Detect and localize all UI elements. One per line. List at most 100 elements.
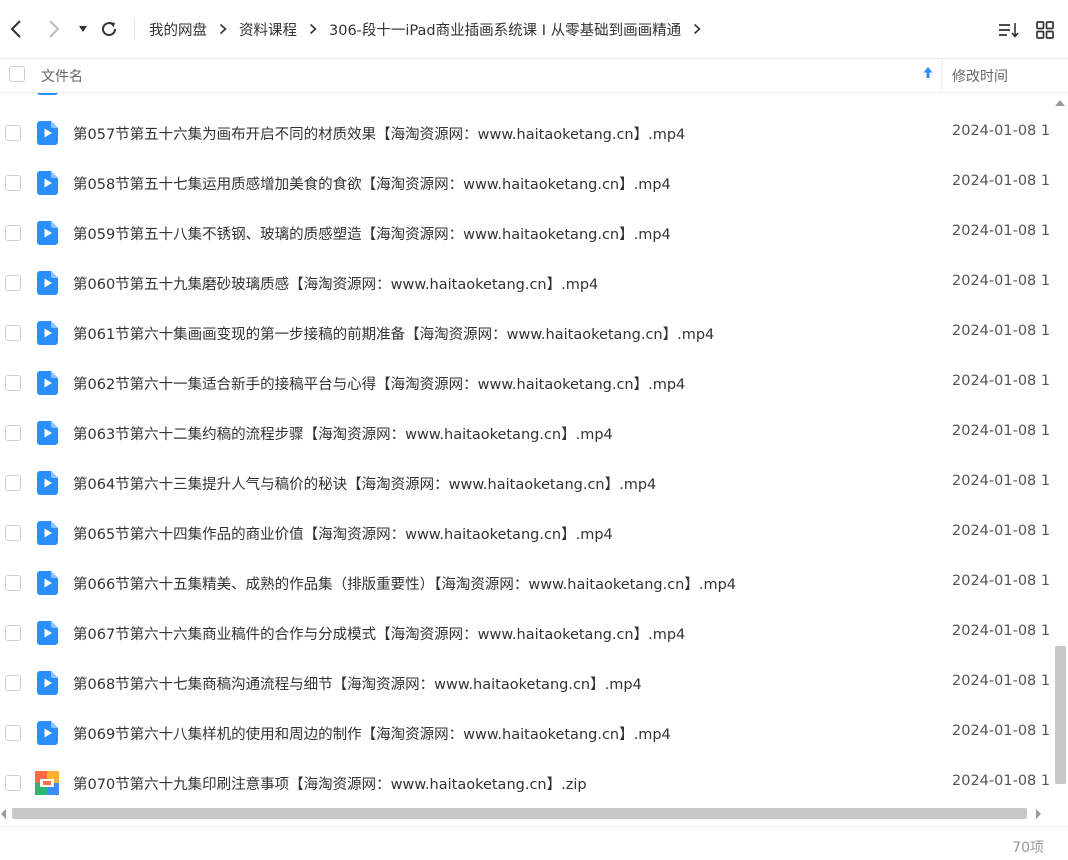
file-row[interactable]: 第058节第五十七集运用质感增加美食的食欲【海淘资源网：www.haitaoke… xyxy=(0,158,1052,208)
horizontal-scroll-thumb[interactable] xyxy=(12,808,1027,819)
vertical-scrollbar[interactable] xyxy=(1052,93,1068,803)
file-modified-time: 2024-01-08 1 xyxy=(952,323,1051,339)
video-file-icon xyxy=(37,271,58,295)
video-file-icon xyxy=(37,621,58,645)
scroll-right-arrow-icon[interactable] xyxy=(1035,808,1042,820)
chevron-right-icon xyxy=(309,23,317,35)
forward-button[interactable] xyxy=(42,16,66,42)
toolbar-divider xyxy=(134,18,135,40)
file-name[interactable]: 第058节第五十七集运用质感增加美食的食欲【海淘资源网：www.haitaoke… xyxy=(73,173,671,194)
back-icon xyxy=(10,20,21,38)
column-header-modified-time[interactable]: 修改时间 xyxy=(952,66,1008,86)
file-row[interactable]: 第059节第五十八集不锈钢、玻璃的质感塑造【海淘资源网：www.haitaoke… xyxy=(0,208,1052,258)
file-row[interactable]: 第064节第六十三集提升人气与稿价的秘诀【海淘资源网：www.haitaoket… xyxy=(0,458,1052,508)
breadcrumb-item-courses[interactable]: 资料课程 xyxy=(239,19,297,40)
file-modified-time: 2024-01-08 1 xyxy=(952,723,1051,739)
file-modified-time: 2024-01-08 1 xyxy=(952,573,1051,589)
row-checkbox[interactable] xyxy=(5,475,21,491)
file-row[interactable]: 第068节第六十七集商稿沟通流程与细节【海淘资源网：www.haitaoketa… xyxy=(0,658,1052,708)
file-name[interactable]: 第059节第五十八集不锈钢、玻璃的质感塑造【海淘资源网：www.haitaoke… xyxy=(73,223,671,244)
video-file-icon xyxy=(37,221,58,245)
file-name[interactable]: 第057节第五十六集为画布开启不同的材质效果【海淘资源网：www.haitaok… xyxy=(73,123,685,144)
video-file-icon xyxy=(37,421,58,445)
file-row[interactable]: 第065节第六十四集作品的商业价值【海淘资源网：www.haitaoketang… xyxy=(0,508,1052,558)
row-checkbox[interactable] xyxy=(5,625,21,641)
grid-view-icon xyxy=(1036,21,1054,39)
file-row[interactable]: 第057节第五十六集为画布开启不同的材质效果【海淘资源网：www.haitaok… xyxy=(0,108,1052,158)
row-checkbox[interactable] xyxy=(5,325,21,341)
file-name[interactable]: 第063节第六十二集约稿的流程步骤【海淘资源网：www.haitaoketang… xyxy=(73,423,613,444)
column-header-name[interactable]: 文件名 xyxy=(41,66,83,86)
chevron-right-icon[interactable] xyxy=(693,23,701,35)
video-file-icon xyxy=(37,571,58,595)
file-row[interactable]: 第069节第六十八集样机的使用和周边的制作【海淘资源网：www.haitaoke… xyxy=(0,708,1052,758)
file-modified-time: 2024-01-08 1 xyxy=(952,223,1051,239)
file-modified-time: 2024-01-08 1 xyxy=(952,673,1051,689)
video-file-icon xyxy=(37,721,58,745)
file-row[interactable]: 第060节第五十九集磨砂玻璃质感【海淘资源网：www.haitaoketang.… xyxy=(0,258,1052,308)
column-divider[interactable] xyxy=(941,58,942,92)
video-file-icon xyxy=(37,521,58,545)
sort-up-arrow-icon[interactable] xyxy=(922,65,934,81)
file-row[interactable]: 第063节第六十二集约稿的流程步骤【海淘资源网：www.haitaoketang… xyxy=(0,408,1052,458)
file-modified-time: 2024-01-08 1 xyxy=(952,473,1051,489)
file-name[interactable]: 第060节第五十九集磨砂玻璃质感【海淘资源网：www.haitaoketang.… xyxy=(73,273,598,294)
video-file-icon xyxy=(37,121,58,145)
file-modified-time: 2024-01-08 1 xyxy=(952,273,1051,289)
file-name[interactable]: 第069节第六十八集样机的使用和周边的制作【海淘资源网：www.haitaoke… xyxy=(73,723,671,744)
grid-view-button[interactable] xyxy=(1034,19,1056,41)
file-name[interactable]: 第062节第六十一集适合新手的接稿平台与心得【海淘资源网：www.haitaok… xyxy=(73,373,685,394)
file-name[interactable]: 第064节第六十三集提升人气与稿价的秘诀【海淘资源网：www.haitaoket… xyxy=(73,473,656,494)
toolbar: 我的网盘 资料课程 306-段十一iPad商业插画系统课 I 从零基础到画画精通 xyxy=(0,0,1068,59)
file-name[interactable]: 第061节第六十集画画变现的第一步接稿的前期准备【海淘资源网：www.haita… xyxy=(73,323,714,344)
chevron-right-icon xyxy=(219,23,227,35)
row-checkbox[interactable] xyxy=(5,675,21,691)
refresh-icon xyxy=(102,22,117,37)
sort-button[interactable] xyxy=(998,19,1020,41)
row-checkbox[interactable] xyxy=(5,425,21,441)
refresh-button[interactable] xyxy=(97,16,121,42)
row-checkbox[interactable] xyxy=(5,175,21,191)
file-modified-time: 2024-01-08 1 xyxy=(952,773,1051,789)
row-checkbox[interactable] xyxy=(5,275,21,291)
file-modified-time: 2024-01-08 1 xyxy=(952,373,1051,389)
column-header: 文件名 修改时间 xyxy=(0,58,1068,93)
video-file-icon xyxy=(37,371,58,395)
file-modified-time: 2024-01-08 1 xyxy=(952,623,1051,639)
video-file-icon xyxy=(37,671,58,695)
breadcrumb-item-my-drive[interactable]: 我的网盘 xyxy=(149,19,207,40)
row-checkbox[interactable] xyxy=(5,725,21,741)
file-name[interactable]: 第066节第六十五集精美、成熟的作品集（排版重要性）【海淘资源网：www.hai… xyxy=(73,573,736,594)
dropdown-icon xyxy=(79,26,87,32)
horizontal-scrollbar[interactable] xyxy=(0,803,1052,825)
status-bar: 70项 xyxy=(0,826,1068,860)
vertical-scroll-thumb[interactable] xyxy=(1055,646,1066,784)
item-count: 70项 xyxy=(1012,840,1044,856)
row-checkbox[interactable] xyxy=(5,125,21,141)
scroll-left-arrow-icon[interactable] xyxy=(0,808,7,820)
history-dropdown-button[interactable] xyxy=(71,16,95,42)
file-row[interactable]: 第067节第六十六集商业稿件的合作与分成模式【海淘资源网：www.haitaok… xyxy=(0,608,1052,658)
row-checkbox[interactable] xyxy=(5,775,21,791)
scroll-up-arrow-icon[interactable] xyxy=(1054,99,1066,107)
video-file-icon xyxy=(37,321,58,345)
row-checkbox[interactable] xyxy=(5,575,21,591)
file-row-partial[interactable] xyxy=(0,93,1052,108)
file-name[interactable]: 第067节第六十六集商业稿件的合作与分成模式【海淘资源网：www.haitaok… xyxy=(73,623,685,644)
row-checkbox[interactable] xyxy=(5,375,21,391)
sort-icon xyxy=(999,23,1019,38)
back-button[interactable] xyxy=(4,16,28,42)
file-name[interactable]: 第070节第六十九集印刷注意事项【海淘资源网：www.haitaoketang.… xyxy=(73,773,587,794)
row-checkbox[interactable] xyxy=(5,225,21,241)
file-name[interactable]: 第065节第六十四集作品的商业价值【海淘资源网：www.haitaoketang… xyxy=(73,523,613,544)
file-modified-time: 2024-01-08 1 xyxy=(952,423,1051,439)
file-name[interactable]: 第068节第六十七集商稿沟通流程与细节【海淘资源网：www.haitaoketa… xyxy=(73,673,642,694)
file-row[interactable]: 第070节第六十九集印刷注意事项【海淘资源网：www.haitaoketang.… xyxy=(0,758,1052,803)
breadcrumb-item-current-folder[interactable]: 306-段十一iPad商业插画系统课 I 从零基础到画画精通 xyxy=(329,19,681,40)
file-row[interactable]: 第066节第六十五集精美、成熟的作品集（排版重要性）【海淘资源网：www.hai… xyxy=(0,558,1052,608)
file-row[interactable]: 第061节第六十集画画变现的第一步接稿的前期准备【海淘资源网：www.haita… xyxy=(0,308,1052,358)
file-row[interactable]: 第062节第六十一集适合新手的接稿平台与心得【海淘资源网：www.haitaok… xyxy=(0,358,1052,408)
row-checkbox[interactable] xyxy=(5,525,21,541)
file-modified-time: 2024-01-08 1 xyxy=(952,523,1051,539)
select-all-checkbox[interactable] xyxy=(9,66,25,82)
